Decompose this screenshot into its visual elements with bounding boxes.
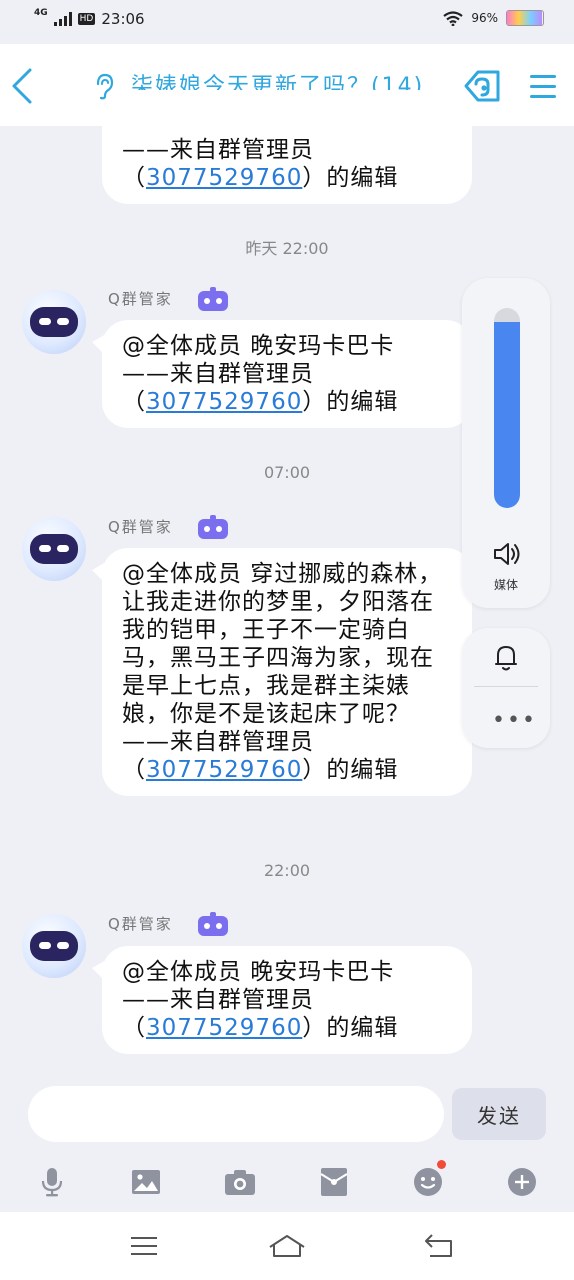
chevron-left-icon [12, 68, 32, 104]
more-options-icon[interactable]: ••• [492, 708, 537, 733]
qq-number-link[interactable]: 3077529760 [146, 1015, 302, 1041]
red-packet-button[interactable] [314, 1162, 354, 1202]
sender-name: Q群管家 [108, 915, 173, 933]
message-text: @全体成员 穿过挪威的森林，让我走进你的梦里，夕阳落在我的铠甲，王子不一定骑白马… [122, 561, 443, 727]
battery-percent: 96% [471, 11, 498, 25]
more-button[interactable] [502, 1162, 542, 1202]
composer: 发送 [0, 1086, 574, 1144]
message-editor-line: （3077529760）的编辑 [122, 389, 399, 415]
clock: 23:06 [101, 10, 145, 28]
volume-label: 媒体 [493, 578, 518, 592]
mic-icon [41, 1168, 63, 1197]
sender-name: Q群管家 [108, 518, 173, 536]
message-bubble[interactable]: @全体成员 晚安玛卡巴卡 ——来自群管理员 （3077529760）的编辑 [92, 946, 472, 1054]
message-footer: ——来自群管理员 [122, 361, 314, 387]
signal-icon [53, 12, 72, 26]
message-editor-line: （3077529760）的编辑 [122, 757, 399, 783]
speaker-icon[interactable] [492, 540, 522, 568]
volume-slider[interactable] [494, 308, 520, 508]
red-packet-icon [320, 1168, 348, 1196]
qq-number-link[interactable]: 3077529760 [146, 389, 302, 415]
timestamp: 22:00 [263, 861, 311, 880]
divider [474, 686, 538, 687]
message-editor-line: （3077529760）的编辑 [122, 1015, 399, 1041]
message-text: @全体成员 晚安玛卡巴卡 [122, 959, 395, 985]
sender-name: Q群管家 [108, 290, 173, 308]
recent-apps-button[interactable] [124, 1230, 164, 1262]
camera-button[interactable] [220, 1162, 260, 1202]
send-button[interactable]: 发送 [452, 1088, 546, 1140]
emoji-icon [414, 1168, 442, 1196]
message-input[interactable] [28, 1086, 444, 1142]
robot-icon [198, 515, 228, 539]
back-arrow-icon [425, 1234, 452, 1257]
message-bubble-partial[interactable]: ——来自群管理员 （3077529760）的编辑 [102, 90, 472, 204]
avatar[interactable] [22, 517, 86, 581]
emoji-button[interactable] [408, 1160, 448, 1202]
robot-icon [198, 287, 228, 311]
group-badge-button[interactable] [462, 68, 502, 104]
ring-panel: ••• [462, 628, 550, 748]
timestamp: 昨天 22:00 [245, 239, 329, 258]
image-button[interactable] [126, 1162, 166, 1202]
hd-badge: HD [77, 13, 96, 25]
message-bubble[interactable]: @全体成员 晚安玛卡巴卡 ——来自群管理员 （3077529760）的编辑 [92, 320, 472, 428]
back-button[interactable] [8, 66, 36, 106]
message-bubble[interactable]: @全体成员 穿过挪威的森林，让我走进你的梦里，夕阳落在我的铠甲，王子不一定骑白马… [92, 548, 472, 796]
qq-number-link[interactable]: 3077529760 [146, 165, 302, 191]
qq-number-link[interactable]: 3077529760 [146, 757, 302, 783]
tag-icon [464, 70, 500, 102]
menu-button[interactable] [528, 68, 558, 104]
wifi-icon [443, 10, 464, 26]
system-nav-bar [0, 1212, 574, 1280]
avatar[interactable] [22, 914, 86, 978]
home-icon [269, 1235, 305, 1257]
message-footer: ——来自群管理员 [122, 137, 314, 163]
hamburger-icon [530, 75, 556, 98]
menu-lines-icon [131, 1237, 157, 1255]
voice-button[interactable] [32, 1162, 72, 1202]
message-footer: ——来自群管理员 [122, 987, 314, 1013]
plus-icon [508, 1168, 536, 1196]
notification-dot [437, 1160, 446, 1169]
back-nav-button[interactable] [418, 1230, 458, 1262]
battery-icon [506, 10, 544, 26]
message-text: @全体成员 晚安玛卡巴卡 [122, 333, 395, 359]
avatar[interactable] [22, 290, 86, 354]
input-toolbar [0, 1154, 574, 1210]
robot-icon [198, 912, 228, 936]
image-icon [132, 1170, 160, 1194]
status-bar: 4G HD 23:06 96% [0, 0, 574, 44]
volume-panel: 媒体 [462, 278, 550, 608]
message-footer: ——来自群管理员 [122, 729, 314, 755]
network-type: 4G [34, 8, 48, 18]
home-button[interactable] [267, 1230, 307, 1262]
bell-icon[interactable] [494, 642, 518, 672]
message-editor-line: （3077529760）的编辑 [122, 165, 399, 191]
camera-icon [225, 1170, 255, 1195]
